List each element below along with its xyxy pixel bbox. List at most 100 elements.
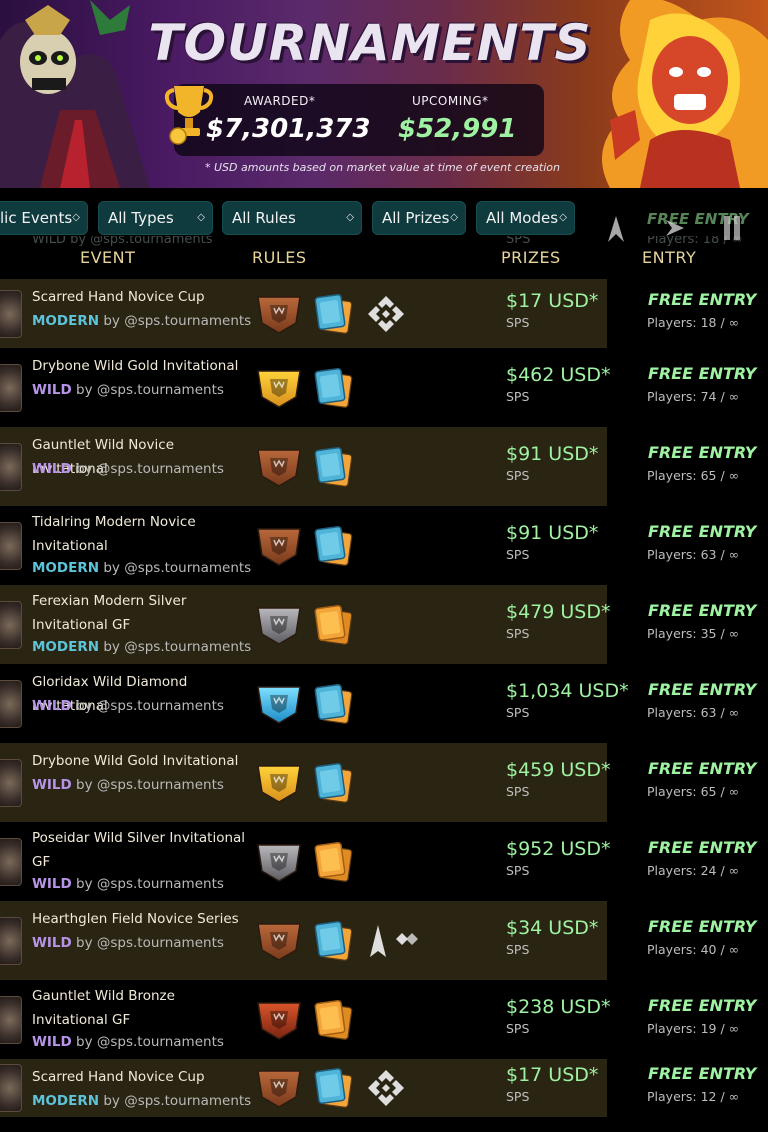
column-header-rules[interactable]: RULES bbox=[252, 248, 307, 267]
tournament-row[interactable]: Scarred Hand Novice Cup MODERN by @sps.to… bbox=[0, 279, 768, 348]
view-toggle-icons bbox=[608, 216, 740, 242]
filter-prizes-select[interactable]: All Prizes ◇ bbox=[372, 201, 466, 235]
format-badge: MODERN bbox=[32, 639, 100, 655]
organizer-link[interactable]: by @sps.tournaments bbox=[76, 698, 224, 714]
stats-panel: AWARDED* $7,301,373 UPCOMING* $52,991 bbox=[174, 84, 544, 156]
format-badge: WILD bbox=[32, 698, 72, 714]
column-header-entry[interactable]: ENTRY bbox=[642, 248, 696, 267]
filter-rules-select[interactable]: All Rules ◇ bbox=[222, 201, 362, 235]
tournament-row[interactable]: Hearthglen Field Novice Series WILD by @s… bbox=[0, 901, 768, 980]
tournament-row[interactable]: Drybone Wild Gold Invitational WILD by @s… bbox=[0, 348, 768, 427]
deck-blue-icon bbox=[312, 366, 356, 414]
rule-icons bbox=[256, 364, 446, 412]
column-header-prizes[interactable]: PRIZES bbox=[501, 248, 561, 267]
tournament-meta: WILD by @sps.tournaments bbox=[32, 874, 224, 894]
tournament-thumbnail bbox=[0, 290, 22, 338]
free-entry-button[interactable]: FREE ENTRY bbox=[648, 759, 756, 778]
tournament-row[interactable]: Gauntlet Wild Bronze Invitational GF WILD… bbox=[0, 980, 768, 1059]
tournament-name[interactable]: Hearthglen Field Novice Series bbox=[32, 907, 248, 931]
trophy-icon bbox=[164, 86, 214, 145]
prize-amount: $17 USD* bbox=[506, 1064, 599, 1086]
format-badge: WILD bbox=[32, 1034, 72, 1050]
organizer-link[interactable]: by @sps.tournaments bbox=[103, 313, 251, 329]
players-count: Players: 65 / ∞ bbox=[647, 784, 740, 799]
tournament-row[interactable]: Ferexian Modern Silver Invitational GF MO… bbox=[0, 585, 768, 664]
filter-modes-select[interactable]: All Modes ◇ bbox=[476, 201, 575, 235]
players-count: Players: 24 / ∞ bbox=[647, 863, 740, 878]
prize-currency: SPS bbox=[506, 1089, 530, 1104]
players-count: Players: 19 / ∞ bbox=[647, 1021, 740, 1036]
tournament-meta: WILD by @sps.tournaments bbox=[32, 1032, 224, 1052]
rule-icons bbox=[256, 917, 446, 965]
organizer-link[interactable]: by @sps.tournaments bbox=[103, 639, 251, 655]
usd-disclaimer: * USD amounts based on market value at t… bbox=[205, 161, 561, 174]
awarded-label: AWARDED* bbox=[244, 94, 316, 108]
free-entry-button[interactable]: FREE ENTRY bbox=[648, 290, 756, 309]
organizer-link[interactable]: by @sps.tournaments bbox=[76, 1034, 224, 1050]
free-entry-button[interactable]: FREE ENTRY bbox=[648, 443, 756, 462]
free-entry-button[interactable]: FREE ENTRY bbox=[648, 1064, 756, 1083]
tournament-name[interactable]: Poseidar Wild Silver Invitational GF bbox=[32, 826, 248, 874]
league-novice-icon bbox=[256, 525, 302, 571]
free-entry-button[interactable]: FREE ENTRY bbox=[648, 996, 756, 1015]
chevron-updown-icon: ◇ bbox=[72, 212, 80, 223]
arrow-diamond-icon bbox=[366, 921, 422, 965]
tournament-row[interactable]: Scarred Hand Novice Cup MODERN by @sps.to… bbox=[0, 1059, 768, 1117]
prize-amount: $17 USD* bbox=[506, 290, 599, 312]
deck-blue-icon bbox=[312, 1066, 356, 1114]
tournament-name[interactable]: Scarred Hand Novice Cup bbox=[32, 285, 248, 309]
tournament-row[interactable]: Gloridax Wild Diamond Invitational WILD b… bbox=[0, 664, 768, 743]
rule-icons bbox=[256, 838, 446, 886]
rule-icons bbox=[256, 443, 446, 491]
tournament-row[interactable]: Poseidar Wild Silver Invitational GF WILD… bbox=[0, 822, 768, 901]
free-entry-button[interactable]: FREE ENTRY bbox=[648, 364, 756, 383]
deck-blue-icon bbox=[312, 761, 356, 809]
rule-icons bbox=[256, 290, 446, 338]
free-entry-button[interactable]: FREE ENTRY bbox=[648, 601, 756, 620]
tournament-name[interactable]: Gauntlet Wild Bronze Invitational GF bbox=[32, 984, 248, 1032]
tournament-name[interactable]: Tidalring Modern Novice Invitational bbox=[32, 510, 248, 558]
free-entry-button[interactable]: FREE ENTRY bbox=[648, 680, 756, 699]
organizer-link[interactable]: by @sps.tournaments bbox=[76, 876, 224, 892]
organizer-link[interactable]: by @sps.tournaments bbox=[76, 461, 224, 477]
tournament-meta: WILD by @sps.tournaments bbox=[32, 696, 224, 716]
league-novice-icon bbox=[256, 1067, 302, 1113]
organizer-link[interactable]: by @sps.tournaments bbox=[76, 777, 224, 793]
players-count: Players: 40 / ∞ bbox=[647, 942, 740, 957]
tournament-thumbnail bbox=[0, 917, 22, 965]
format-badge: WILD bbox=[32, 382, 72, 398]
prize-currency: SPS bbox=[506, 626, 530, 641]
prize-amount: $238 USD* bbox=[506, 996, 611, 1018]
prize-amount: $34 USD* bbox=[506, 917, 599, 939]
tournament-thumbnail bbox=[0, 996, 22, 1044]
prize-currency: SPS bbox=[506, 547, 530, 562]
format-badge: WILD bbox=[32, 935, 72, 951]
free-entry-button[interactable]: FREE ENTRY bbox=[648, 917, 756, 936]
tournament-thumbnail bbox=[0, 759, 22, 807]
prize-amount: $479 USD* bbox=[506, 601, 611, 623]
filter-prizes-label: All Prizes bbox=[382, 209, 450, 227]
filter-types-select[interactable]: All Types ◇ bbox=[98, 201, 213, 235]
tournament-thumbnail bbox=[0, 364, 22, 412]
deck-orange-icon bbox=[312, 840, 356, 888]
tournament-name[interactable]: Drybone Wild Gold Invitational bbox=[32, 354, 248, 378]
tournament-name[interactable]: Scarred Hand Novice Cup bbox=[32, 1065, 248, 1089]
awarded-value: $7,301,373 bbox=[206, 114, 371, 144]
organizer-link[interactable]: by @sps.tournaments bbox=[103, 1093, 251, 1109]
players-count: Players: 63 / ∞ bbox=[647, 705, 740, 720]
column-header-event[interactable]: EVENT bbox=[80, 248, 135, 267]
prize-amount: $952 USD* bbox=[506, 838, 611, 860]
tournament-row[interactable]: Tidalring Modern Novice Invitational MODE… bbox=[0, 506, 768, 585]
free-entry-button[interactable]: FREE ENTRY bbox=[648, 838, 756, 857]
filter-events-select[interactable]: lic Events ◇ bbox=[0, 201, 88, 235]
tournament-row[interactable]: Drybone Wild Gold Invitational WILD by @s… bbox=[0, 743, 768, 822]
organizer-link[interactable]: by @sps.tournaments bbox=[76, 382, 224, 398]
tournament-row[interactable]: Gauntlet Wild Novice Invitational WILD by… bbox=[0, 427, 768, 506]
organizer-link[interactable]: by @sps.tournaments bbox=[76, 935, 224, 951]
free-entry-button[interactable]: FREE ENTRY bbox=[648, 522, 756, 541]
tournament-name[interactable]: Ferexian Modern Silver Invitational GF bbox=[32, 589, 248, 637]
organizer-link[interactable]: by @sps.tournaments bbox=[103, 560, 251, 576]
league-bronze-icon bbox=[256, 999, 302, 1045]
tournament-name[interactable]: Drybone Wild Gold Invitational bbox=[32, 749, 248, 773]
ghost-currency: SPS bbox=[506, 236, 531, 247]
